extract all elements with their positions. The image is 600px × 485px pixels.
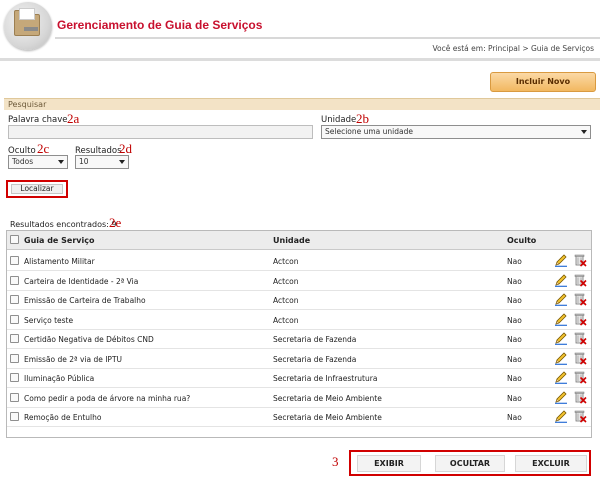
oculto-select[interactable]: Todos [8, 155, 68, 169]
row-checkbox[interactable] [10, 256, 19, 265]
resultados-select[interactable]: 10 [75, 155, 129, 169]
cell-oculto: Nao [507, 315, 522, 325]
pencil-icon[interactable] [554, 312, 568, 326]
row-checkbox[interactable] [10, 353, 19, 363]
ocultar-button[interactable]: OCULTAR [435, 455, 505, 472]
add-new-button[interactable]: Incluir Novo [490, 72, 596, 92]
cell-oculto: Nao [507, 393, 522, 403]
excluir-button[interactable]: EXCLUIR [515, 455, 587, 472]
table-row: Emissão de 2ª via de IPTU Secretaria de F… [7, 349, 591, 369]
page-title: Gerenciamento de Guia de Serviços [57, 18, 263, 32]
cell-unidade: Actcon [273, 257, 299, 266]
cell-guia[interactable]: Certidão Negativa de Débitos CND [24, 335, 154, 344]
pencil-icon[interactable] [554, 370, 568, 384]
table-row: Iluminação Pública Secretaria de Infraest… [7, 368, 591, 388]
chevron-down-icon [58, 160, 64, 164]
cell-unidade: Secretaria de Fazenda [273, 354, 357, 364]
folder-icon [14, 8, 40, 36]
section-divider [0, 58, 600, 61]
table-row: Remoção de Entulho Secretaria de Meio Amb… [7, 407, 591, 427]
pencil-icon[interactable] [554, 292, 568, 306]
select-all-checkbox[interactable] [10, 235, 19, 244]
unidade-select[interactable]: Selecione uma unidade [321, 125, 591, 139]
cell-oculto: Nao [507, 257, 522, 266]
table-row: Certidão Negativa de Débitos CND Secretar… [7, 329, 591, 349]
table-row: Carteira de Identidade - 2ª Via Actcon Nao [7, 271, 591, 291]
cell-unidade: Secretaria de Meio Ambiente [273, 393, 382, 403]
search-section-label: Pesquisar [8, 100, 47, 109]
cell-guia[interactable]: Alistamento Militar [24, 257, 95, 266]
results-count: Resultados encontrados: 9 [10, 220, 117, 229]
trash-icon[interactable] [573, 253, 587, 267]
row-checkbox[interactable] [10, 275, 19, 285]
annotation-3: 3 [332, 454, 339, 469]
cell-unidade: Actcon [273, 315, 299, 325]
trash-icon[interactable] [573, 351, 587, 365]
cell-guia[interactable]: Remoção de Entulho [24, 413, 101, 422]
header-divider [55, 37, 600, 39]
chevron-down-icon [581, 130, 587, 134]
cell-guia[interactable]: Serviço teste [24, 316, 73, 325]
cell-unidade: Actcon [273, 296, 299, 305]
column-header-oculto: Oculto [507, 236, 537, 245]
search-section-header: Pesquisar [4, 98, 600, 110]
cell-guia[interactable]: Como pedir a poda de árvore na minha rua… [24, 394, 190, 403]
cell-unidade: Secretaria de Infraestrutura [273, 374, 378, 383]
table-row: Alistamento Militar Actcon Nao [7, 251, 591, 271]
table-row: Emissão de Carteira de Trabalho Actcon Nao [7, 290, 591, 310]
cell-guia[interactable]: Iluminação Pública [24, 374, 94, 383]
pencil-icon[interactable] [554, 273, 568, 287]
pencil-icon[interactable] [554, 351, 568, 365]
table-row: Como pedir a poda de árvore na minha rua… [7, 388, 591, 408]
cell-oculto: Nao [507, 276, 522, 286]
table-row: Serviço teste Actcon Nao [7, 310, 591, 330]
unidade-select-value: Selecione uma unidade [325, 127, 413, 136]
cell-unidade: Secretaria de Meio Ambiente [273, 413, 382, 422]
chevron-down-icon [119, 160, 125, 164]
unidade-label: Unidade [321, 115, 357, 125]
row-checkbox[interactable] [10, 373, 19, 382]
app-logo [4, 2, 52, 50]
localizar-button[interactable]: Localizar [11, 184, 63, 194]
row-checkbox[interactable] [10, 334, 19, 343]
trash-icon[interactable] [573, 370, 587, 384]
oculto-select-value: Todos [12, 157, 34, 166]
column-header-unidade: Unidade [273, 236, 311, 245]
cell-guia[interactable]: Emissão de 2ª via de IPTU [24, 355, 122, 364]
keyword-input[interactable] [8, 125, 313, 139]
localizar-highlight: Localizar [6, 180, 68, 198]
table-header: Guia de Serviço Unidade Oculto [7, 231, 591, 250]
trash-icon[interactable] [573, 390, 587, 404]
exibir-button[interactable]: EXIBIR [357, 455, 421, 472]
cell-unidade: Secretaria de Fazenda [273, 335, 357, 344]
row-checkbox[interactable] [10, 314, 19, 324]
cell-oculto: Nao [507, 413, 522, 422]
pencil-icon[interactable] [554, 331, 568, 345]
trash-icon[interactable] [573, 273, 587, 287]
trash-icon[interactable] [573, 409, 587, 423]
pencil-icon[interactable] [554, 390, 568, 404]
trash-icon[interactable] [573, 331, 587, 345]
pencil-icon[interactable] [554, 409, 568, 423]
cell-oculto: Nao [507, 374, 522, 383]
row-checkbox[interactable] [10, 412, 19, 421]
cell-oculto: Nao [507, 354, 522, 364]
cell-guia[interactable]: Carteira de Identidade - 2ª Via [24, 277, 138, 286]
pencil-icon[interactable] [554, 253, 568, 267]
cell-guia[interactable]: Emissão de Carteira de Trabalho [24, 296, 146, 305]
row-checkbox[interactable] [10, 295, 19, 304]
cell-unidade: Actcon [273, 276, 299, 286]
services-table: Guia de Serviço Unidade Oculto Alistamen… [6, 230, 592, 438]
keyword-label: Palavra chave [8, 115, 68, 125]
bulk-actions-highlight: EXIBIR OCULTAR EXCLUIR [349, 450, 591, 476]
column-header-guia: Guia de Serviço [24, 236, 95, 245]
cell-oculto: Nao [507, 335, 522, 344]
cell-oculto: Nao [507, 296, 522, 305]
trash-icon[interactable] [573, 292, 587, 306]
row-checkbox[interactable] [10, 392, 19, 402]
resultados-select-value: 10 [79, 157, 89, 166]
annotation-2e: 2e [109, 215, 122, 230]
breadcrumb: Você está em: Principal > Guia de Serviç… [432, 44, 594, 53]
trash-icon[interactable] [573, 312, 587, 326]
